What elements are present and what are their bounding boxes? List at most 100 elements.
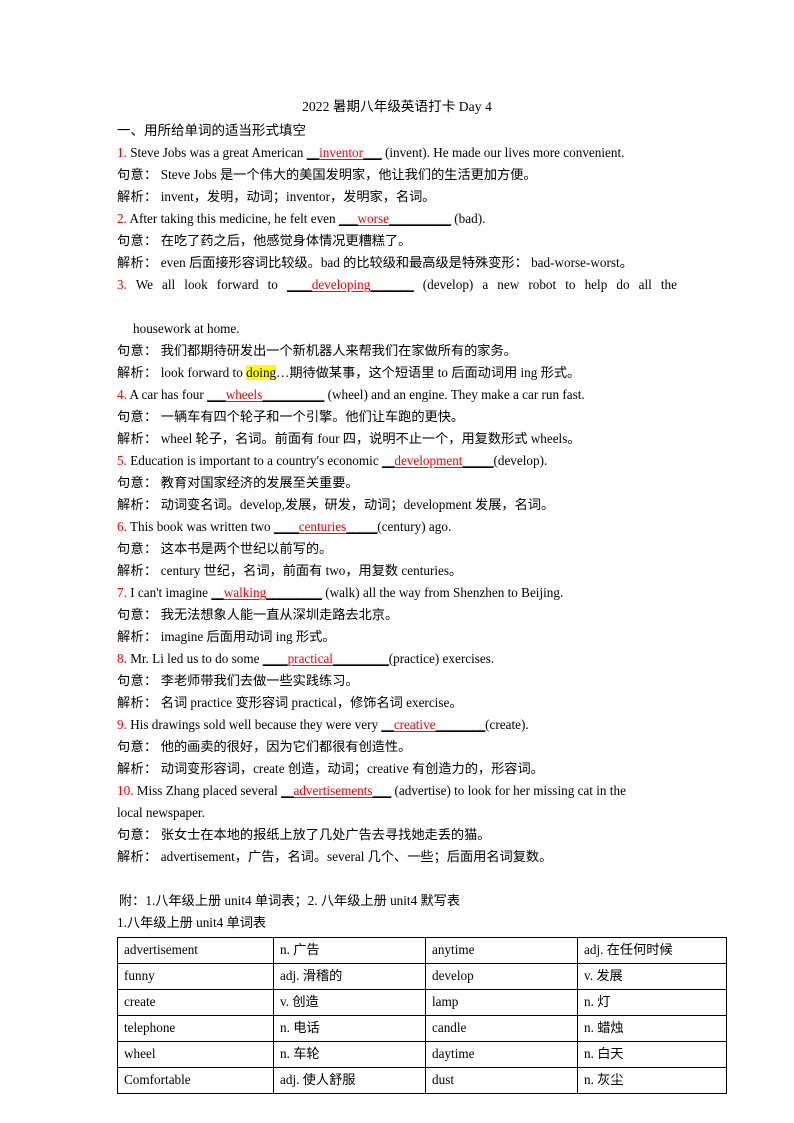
question-text-before-blank: Mr. Li led us to do some (126, 651, 263, 666)
analysis-label: 解析： (117, 629, 158, 644)
answer-blank-lead: __ (281, 783, 294, 798)
sentence-meaning-line: 句意： 他的画卖的很好，因为它们都很有创造性。 (117, 736, 677, 758)
answer-word: centuries (298, 519, 347, 534)
sentence-meaning-line: 句意： 我们都期待研发出一个新机器人来帮我们在家做所有的家务。 (117, 340, 677, 362)
analysis-line: 解析： advertisement，广告，名词。several 几个、一些；后面… (117, 846, 677, 868)
answer-blank-trail: _________ (332, 651, 389, 666)
analysis-text: advertisement，广告，名词。several 几个、一些；后面用名词复… (157, 849, 553, 864)
question-text-before-blank: Steve Jobs was a great American (126, 145, 307, 160)
analysis-text: 动词变形容词，create 创造，动词；creative 有创造力的，形容词。 (157, 761, 544, 776)
question-continuation-line: local newspaper. (117, 805, 205, 820)
answer-word: walking (223, 585, 267, 600)
meaning-label: 句意： (117, 475, 158, 490)
question-text-after-blank: (create). (485, 717, 529, 732)
answer-blank-trail: ___ (372, 783, 392, 798)
appendix-line-2: 1.八年级上册 unit4 单词表 (117, 915, 267, 930)
question-number: 4. (117, 387, 127, 402)
question-block: 8. Mr. Li led us to do some ____practica… (117, 648, 677, 714)
question-number: 3. (117, 277, 127, 292)
meaning-text: 在吃了药之后，他感觉身体情况更糟糕了。 (157, 233, 412, 248)
question-text-before-blank: Education is important to a country's ec… (126, 453, 382, 468)
analysis-label: 解析： (117, 849, 158, 864)
answer-blank-trail: __________ (389, 211, 451, 226)
sentence-meaning-line: 句意： Steve Jobs 是一个伟大的美国发明家，他让我们的生活更加方便。 (117, 164, 677, 186)
vocab-meaning-cell: v. 发展 (577, 963, 727, 990)
meaning-text: 教育对国家经济的发展至关重要。 (157, 475, 359, 490)
analysis-text: century 世纪，名词，前面有 two，用复数 centuries。 (157, 563, 463, 578)
answer-blank-trail: _____ (346, 519, 378, 534)
sentence-meaning-line: 句意： 一辆车有四个轮子和一个引擎。他们让车跑的更快。 (117, 406, 677, 428)
analysis-label: 解析： (117, 189, 158, 204)
analysis-label: 解析： (117, 431, 158, 446)
question-text-after-blank: (walk) all the way from Shenzhen to Beij… (321, 585, 564, 600)
vocab-meaning-cell: n. 灯 (577, 989, 727, 1016)
answer-blank-trail: _____ (462, 453, 494, 468)
question-text-after-blank: (develop). (493, 453, 548, 468)
sentence-meaning-line: 句意： 我无法想象人能一直从深圳走路去北京。 (117, 604, 677, 626)
vocab-meaning-cell: n. 车轮 (273, 1041, 426, 1068)
question-text-before-blank: We all look forward to (126, 277, 287, 292)
answer-blank-trail: ________ (435, 717, 486, 732)
analysis-label: 解析： (117, 695, 158, 710)
question-number: 10. (117, 783, 134, 798)
vocab-word-cell: daytime (425, 1041, 578, 1068)
question-stem: 4. A car has four ___wheels__________ (w… (117, 384, 677, 406)
analysis-text: imagine 后面用动词 ing 形式。 (157, 629, 336, 644)
question-text-before-blank: A car has four (126, 387, 208, 402)
sentence-meaning-line: 句意： 这本书是两个世纪以前写的。 (117, 538, 677, 560)
question-text-after-blank: (practice) exercises. (388, 651, 495, 666)
question-stem: 2. After taking this medicine, he felt e… (117, 208, 677, 230)
question-number: 2. (117, 211, 127, 226)
question-list: 1. Steve Jobs was a great American __inv… (117, 142, 677, 868)
vocab-word-cell: create (117, 989, 274, 1016)
vocab-word-cell: dust (425, 1067, 578, 1094)
question-number: 7. (117, 585, 127, 600)
analysis-text: 动词变名词。develop,发展，研发，动词；development 发展，名词… (157, 497, 555, 512)
vocab-word-cell: lamp (425, 989, 578, 1016)
answer-blank-lead: __ (381, 453, 395, 468)
page-title: 2022 暑期八年级英语打卡 Day 4 (302, 99, 492, 114)
question-number: 8. (117, 651, 127, 666)
question-number: 6. (117, 519, 127, 534)
vocabulary-table-body: advertisement n. 广告 anytime adj. 在任何时候 funny… (117, 937, 727, 1094)
question-text-after-blank: (invent). He made our lives more conveni… (381, 145, 625, 160)
highlighted-term: doing (246, 365, 277, 380)
answer-blank-lead: __ (211, 585, 224, 600)
answer-blank-lead: ___ (338, 211, 358, 226)
sentence-meaning-line: 句意： 李老师带我们去做一些实践练习。 (117, 670, 677, 692)
question-block: 5. Education is important to a country's… (117, 450, 677, 516)
vocab-word-cell: develop (425, 963, 578, 990)
answer-blank-lead: __ (306, 145, 320, 160)
meaning-label: 句意： (117, 673, 158, 688)
analysis-text: even 后面接形容词比较级。bad 的比较级和最高级是特殊变形： bad-wo… (157, 255, 633, 270)
question-text-before-blank: This book was written two (126, 519, 274, 534)
meaning-text: 李老师带我们去做一些实践练习。 (157, 673, 359, 688)
question-continuation-line: housework at home. (133, 321, 240, 336)
analysis-label: 解析： (117, 365, 158, 380)
question-stem: 5. Education is important to a country's… (117, 450, 677, 472)
table-row: Comfortable adj. 使人舒服 dust n. 灰尘 (117, 1067, 727, 1094)
question-block: 9. His drawings sold well because they w… (117, 714, 677, 780)
question-number: 5. (117, 453, 127, 468)
answer-blank-lead: ____ (273, 519, 299, 534)
meaning-label: 句意： (117, 739, 158, 754)
analysis-line: 解析： invent，发明，动词；inventor，发明家，名词。 (117, 186, 677, 208)
meaning-text: 张女士在本地的报纸上放了几处广告去寻找她走丢的猫。 (157, 827, 491, 842)
answer-blank-trail: ___ (363, 145, 382, 160)
meaning-text: 他的画卖的很好，因为它们都很有创造性。 (157, 739, 412, 754)
answer-blank-lead: __ (381, 717, 394, 732)
vocabulary-table: advertisement n. 广告 anytime adj. 在任何时候 funny… (117, 937, 727, 1094)
analysis-line: 解析： even 后面接形容词比较级。bad 的比较级和最高级是特殊变形： ba… (117, 252, 677, 274)
analysis-line: 解析： imagine 后面用动词 ing 形式。 (117, 626, 677, 648)
table-row: wheel n. 车轮 daytime n. 白天 (117, 1041, 727, 1068)
answer-word: practical (287, 651, 333, 666)
question-stem: 3. We all look forward to ____developing… (117, 274, 677, 318)
question-block: 3. We all look forward to ____developing… (117, 274, 677, 384)
question-block: 4. A car has four ___wheels__________ (w… (117, 384, 677, 450)
answer-blank-trail: _______ (370, 277, 414, 292)
answer-word: inventor (319, 145, 364, 160)
answer-word: development (394, 453, 463, 468)
meaning-label: 句意： (117, 827, 158, 842)
analysis-line: 解析： 动词变形容词，create 创造，动词；creative 有创造力的，形… (117, 758, 677, 780)
